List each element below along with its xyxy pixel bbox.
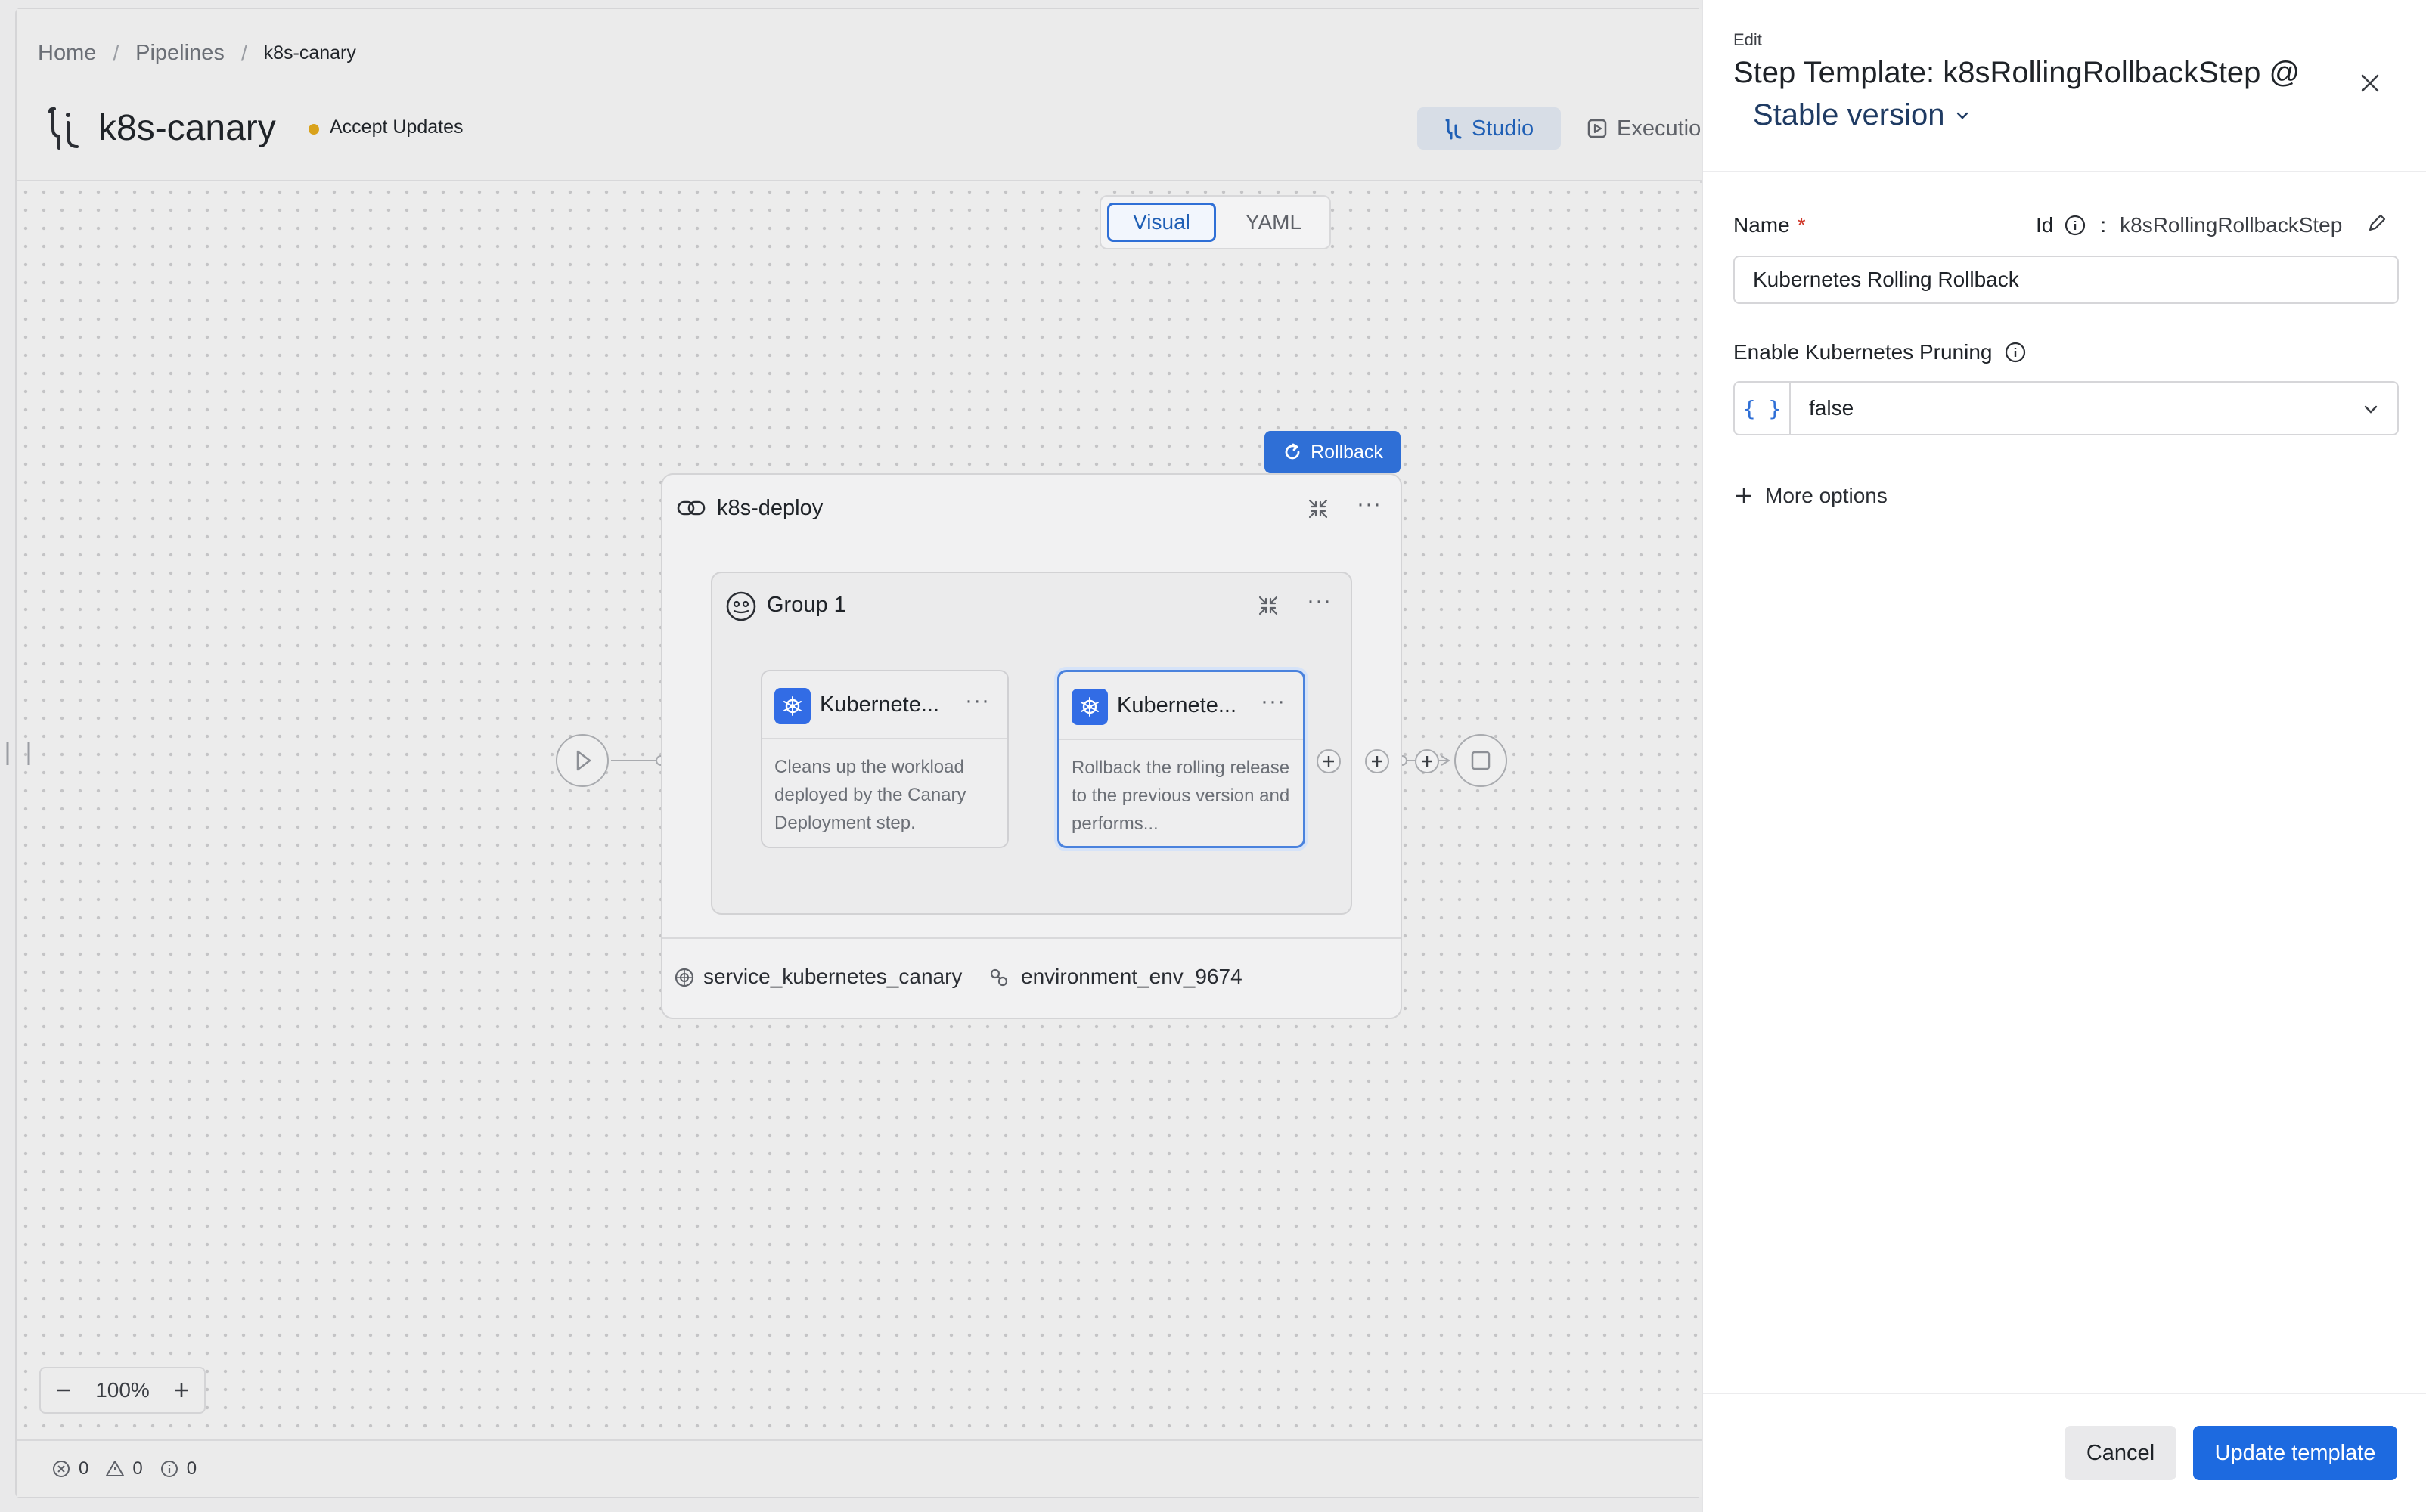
drawer-title: Step Template: k8sRollingRollbackStep @ [1733,56,2300,89]
studio-icon [1444,117,1463,140]
step-menu-icon[interactable]: ··· [965,688,990,714]
view-toggle: Visual YAML [1100,195,1331,249]
update-template-button[interactable]: Update template [2193,1426,2397,1480]
rollback-label: Rollback [1311,441,1383,463]
error-icon [51,1459,71,1479]
zoom-level: 100% [95,1378,150,1402]
add-step-icon[interactable] [1316,748,1342,774]
link-icon [676,494,706,522]
status-dot [309,124,319,135]
rollback-button[interactable]: Rollback [1264,431,1401,473]
drawer-footer-divider [1703,1393,2426,1394]
id-separator: : [2100,213,2107,237]
breadcrumb-pipelines[interactable]: Pipelines [135,41,225,66]
tab-studio[interactable]: Studio [1417,107,1561,150]
pruning-label: Enable Kubernetes Pruning [1733,340,1993,364]
page-title: k8s-canary [98,108,276,148]
zoom-control: 100% [39,1367,206,1414]
kubernetes-icon [774,688,811,724]
step-node[interactable]: Kubernete... ··· Cleans up the workload … [761,670,1009,848]
info-icon[interactable] [2004,341,2027,364]
name-label-row: Name * [1733,213,1806,237]
pruning-select[interactable]: { } false [1733,381,2399,435]
page-header: Home / Pipelines / k8s-canary k8s-canary… [17,9,1702,181]
step-node-selected[interactable]: Kubernete... ··· Rollback the rolling re… [1057,670,1305,848]
step-header: Kubernete... ··· [1059,672,1303,740]
kubernetes-icon [1072,689,1108,725]
play-square-icon [1587,118,1608,139]
collapse-icon[interactable] [1255,593,1281,618]
refresh-icon [1282,442,1303,463]
breadcrumb-separator: / [240,41,247,65]
sidebar-drag-handle[interactable] [3,741,30,767]
step-description: Cleans up the workload deployed by the C… [774,757,966,833]
stage-menu-icon[interactable]: ··· [1357,491,1382,517]
name-label: Name [1733,213,1790,237]
cancel-button[interactable]: Cancel [2065,1426,2176,1480]
start-node[interactable] [555,733,610,788]
stage-divider [662,937,1401,939]
zoom-in-icon[interactable] [171,1380,192,1401]
warnings-value: 0 [132,1458,143,1479]
breadcrumb-home[interactable]: Home [38,41,96,66]
yaml-view-button[interactable]: YAML [1222,203,1325,242]
visual-view-button[interactable]: Visual [1107,203,1216,242]
breadcrumb-separator: / [113,41,119,65]
service-icon [673,966,696,989]
info-count[interactable]: 0 [160,1458,197,1479]
status-bar: 0 0 0 [17,1439,1702,1497]
required-marker: * [1797,213,1806,237]
more-options-label: More options [1765,484,1888,507]
tab-execution-label: Executio [1617,116,1702,141]
step-header: Kubernete... ··· [762,671,1007,739]
tab-execution[interactable]: Executio [1587,107,1701,150]
edit-step-drawer: Edit Step Template: k8sRollingRollbackSt… [1702,0,2426,1512]
pipeline-icon [45,106,82,151]
step-title: Kubernete... [1117,693,1236,717]
group-icon [724,590,758,623]
pruning-label-row: Enable Kubernetes Pruning [1733,340,2027,364]
errors-value: 0 [79,1458,89,1479]
end-node[interactable] [1453,733,1508,788]
chevron-down-icon [2361,399,2381,419]
version-dropdown[interactable]: Stable version [1753,98,1972,132]
status-badge: Accept Updates [330,116,464,138]
stage-service: service_kubernetes_canary [703,965,963,988]
id-value: k8sRollingRollbackStep [2120,213,2343,237]
chevron-down-icon [1953,107,1972,125]
add-step-icon[interactable] [1364,748,1390,774]
stage-environment: environment_env_9674 [1021,965,1242,988]
step-title: Kubernete... [820,692,939,717]
breadcrumb: Home / Pipelines / k8s-canary [38,41,356,66]
name-input[interactable] [1733,256,2399,304]
step-menu-icon[interactable]: ··· [1261,689,1286,714]
drawer-divider [1703,171,2426,172]
group-menu-icon[interactable]: ··· [1307,588,1332,614]
id-label: Id [2036,213,2054,237]
stage-name: k8s-deploy [717,496,824,520]
pruning-value: false [1809,396,1854,420]
version-label: Stable version [1753,98,1945,132]
collapse-icon[interactable] [1305,496,1331,522]
info-value: 0 [186,1458,197,1479]
warnings-count[interactable]: 0 [105,1458,143,1479]
close-icon[interactable] [2353,67,2387,100]
tab-studio-label: Studio [1471,116,1534,141]
breadcrumb-current: k8s-canary [263,42,356,64]
drawer-edit-label: Edit [1733,30,1762,49]
info-icon [160,1459,179,1479]
environment-icon [988,966,1010,989]
info-icon[interactable] [2064,214,2086,237]
warning-icon [105,1459,125,1479]
plus-icon [1733,485,1754,507]
step-description: Rollback the rolling release to the prev… [1072,758,1290,834]
edit-id-icon[interactable] [2366,212,2388,234]
expression-type-button[interactable]: { } [1735,383,1791,434]
add-step-icon[interactable] [1414,748,1440,774]
group-name: Group 1 [767,593,846,617]
more-options-button[interactable]: More options [1733,484,1888,508]
zoom-out-icon[interactable] [53,1380,74,1401]
id-row: Id : k8sRollingRollbackStep [2036,213,2342,237]
errors-count[interactable]: 0 [51,1458,88,1479]
